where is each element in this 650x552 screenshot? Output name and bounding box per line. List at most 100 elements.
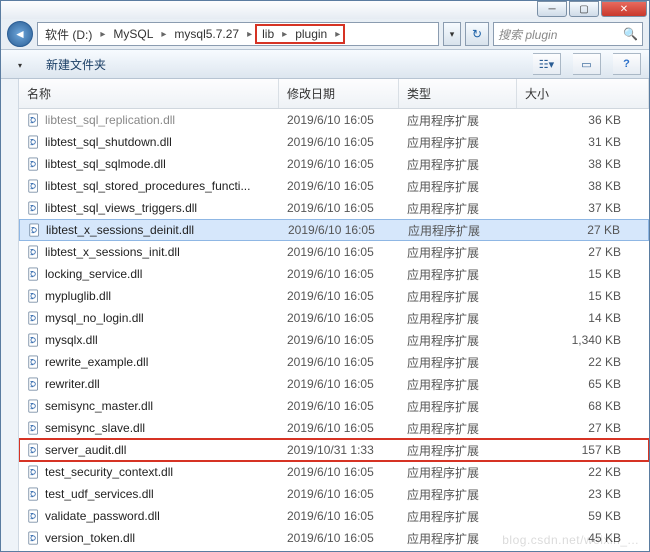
file-date: 2019/6/10 16:05 (281, 311, 401, 325)
file-type: 应用程序扩展 (401, 464, 519, 481)
chevron-right-icon: ▸ (97, 29, 108, 40)
crumb-mysql[interactable]: MySQL (108, 23, 158, 45)
breadcrumb-dropdown[interactable]: ▾ (443, 22, 461, 46)
table-row[interactable]: test_security_context.dll2019/6/10 16:05… (19, 461, 649, 483)
file-type: 应用程序扩展 (401, 310, 519, 327)
file-date: 2019/6/10 16:05 (281, 333, 401, 347)
nav-back-button[interactable]: ◄ (7, 21, 33, 47)
file-name-cell: libtest_sql_sqlmode.dll (21, 157, 281, 171)
table-row[interactable]: semisync_master.dll2019/6/10 16:05应用程序扩展… (19, 395, 649, 417)
search-input[interactable]: 搜索 plugin 🔍 (493, 22, 643, 46)
col-name[interactable]: 名称 (19, 79, 279, 108)
pane-icon: ▭ (581, 58, 591, 71)
file-type: 应用程序扩展 (401, 376, 519, 393)
table-row[interactable]: mysql_no_login.dll2019/6/10 16:05应用程序扩展1… (19, 307, 649, 329)
file-type: 应用程序扩展 (401, 530, 519, 547)
search-placeholder: 搜索 plugin (498, 26, 557, 43)
file-size: 37 KB (519, 201, 649, 215)
table-row[interactable]: libtest_sql_sqlmode.dll2019/6/10 16:05应用… (19, 153, 649, 175)
file-size: 68 KB (519, 399, 649, 413)
refresh-button[interactable]: ↻ (465, 22, 489, 46)
file-date: 2019/6/10 16:05 (281, 245, 401, 259)
dll-file-icon (27, 487, 41, 501)
crumb-version[interactable]: mysql5.7.27 (169, 23, 244, 45)
crumb-drive[interactable]: 软件 (D:) (40, 23, 97, 45)
file-size: 65 KB (519, 377, 649, 391)
table-row[interactable]: libtest_sql_shutdown.dll2019/6/10 16:05应… (19, 131, 649, 153)
file-size: 59 KB (519, 509, 649, 523)
file-date: 2019/6/10 16:05 (281, 135, 401, 149)
table-row[interactable]: libtest_x_sessions_deinit.dll2019/6/10 1… (19, 219, 649, 241)
file-name-cell: libtest_sql_replication.dll (21, 113, 281, 127)
organize-menu[interactable]: ▾ (9, 54, 28, 74)
crumb-lib[interactable]: lib (257, 27, 279, 41)
preview-pane-button[interactable]: ▭ (573, 53, 601, 75)
titlebar: ─ ▢ ✕ (1, 1, 649, 19)
crumb-plugin[interactable]: plugin (290, 27, 332, 41)
address-bar: ◄ 软件 (D:) ▸ MySQL ▸ mysql5.7.27 ▸ lib ▸ … (1, 19, 649, 49)
file-name-cell: mypluglib.dll (21, 289, 281, 303)
file-name-cell: rewriter.dll (21, 377, 281, 391)
file-type: 应用程序扩展 (402, 222, 520, 239)
file-name: mypluglib.dll (45, 289, 111, 303)
column-headers: 名称 修改日期 类型 大小 (19, 79, 649, 109)
table-row[interactable]: locking_service.dll2019/6/10 16:05应用程序扩展… (19, 263, 649, 285)
col-type[interactable]: 类型 (399, 79, 517, 108)
close-button[interactable]: ✕ (601, 1, 647, 17)
table-row[interactable]: libtest_x_sessions_init.dll2019/6/10 16:… (19, 241, 649, 263)
file-name: rewriter.dll (45, 377, 100, 391)
table-row[interactable]: rewriter.dll2019/6/10 16:05应用程序扩展65 KB (19, 373, 649, 395)
chevron-down-icon: ▾ (450, 29, 455, 40)
table-row[interactable]: libtest_sql_replication.dll2019/6/10 16:… (19, 109, 649, 131)
dll-file-icon (27, 311, 41, 325)
table-row[interactable]: semisync_slave.dll2019/6/10 16:05应用程序扩展2… (19, 417, 649, 439)
file-name-cell: semisync_master.dll (21, 399, 281, 413)
file-date: 2019/6/10 16:05 (281, 465, 401, 479)
file-name-cell: libtest_sql_shutdown.dll (21, 135, 281, 149)
table-row[interactable]: validate_password.dll2019/6/10 16:05应用程序… (19, 505, 649, 527)
file-size: 14 KB (519, 311, 649, 325)
table-row[interactable]: libtest_sql_stored_procedures_functi...2… (19, 175, 649, 197)
view-options-button[interactable]: ☷▾ (533, 53, 561, 75)
file-name: mysqlx.dll (45, 333, 98, 347)
help-button[interactable]: ? (613, 53, 641, 75)
file-type: 应用程序扩展 (401, 178, 519, 195)
file-type: 应用程序扩展 (401, 244, 519, 261)
file-date: 2019/10/31 1:33 (281, 443, 401, 457)
col-size[interactable]: 大小 (517, 79, 649, 108)
minimize-button[interactable]: ─ (537, 1, 567, 17)
file-size: 22 KB (519, 355, 649, 369)
dll-file-icon (27, 113, 41, 127)
table-row[interactable]: version_token.dll2019/6/10 16:05应用程序扩展45… (19, 527, 649, 549)
table-row[interactable]: server_audit.dll2019/10/31 1:33应用程序扩展157… (19, 439, 649, 461)
maximize-button[interactable]: ▢ (569, 1, 599, 17)
file-size: 31 KB (519, 135, 649, 149)
file-date: 2019/6/10 16:05 (281, 201, 401, 215)
nav-pane-collapsed[interactable] (1, 79, 19, 551)
file-name-cell: libtest_sql_stored_procedures_functi... (21, 179, 281, 193)
file-type: 应用程序扩展 (401, 442, 519, 459)
dll-file-icon (27, 443, 41, 457)
dll-file-icon (27, 399, 41, 413)
new-folder-button[interactable]: 新建文件夹 (40, 53, 112, 76)
file-size: 27 KB (519, 245, 649, 259)
file-date: 2019/6/10 16:05 (281, 289, 401, 303)
file-date: 2019/6/10 16:05 (281, 267, 401, 281)
table-row[interactable]: test_udf_services.dll2019/6/10 16:05应用程序… (19, 483, 649, 505)
dll-file-icon (27, 157, 41, 171)
dll-file-icon (27, 267, 41, 281)
table-row[interactable]: libtest_sql_views_triggers.dll2019/6/10 … (19, 197, 649, 219)
table-row[interactable]: mypluglib.dll2019/6/10 16:05应用程序扩展15 KB (19, 285, 649, 307)
file-size: 38 KB (519, 179, 649, 193)
refresh-icon: ↻ (472, 27, 482, 41)
file-date: 2019/6/10 16:05 (281, 531, 401, 545)
dll-file-icon (27, 135, 41, 149)
file-type: 应用程序扩展 (401, 112, 519, 129)
breadcrumb[interactable]: 软件 (D:) ▸ MySQL ▸ mysql5.7.27 ▸ lib ▸ pl… (37, 22, 439, 46)
table-row[interactable]: rewrite_example.dll2019/6/10 16:05应用程序扩展… (19, 351, 649, 373)
file-name: libtest_sql_stored_procedures_functi... (45, 179, 250, 193)
file-name-cell: version_token.dll (21, 531, 281, 545)
table-row[interactable]: mysqlx.dll2019/6/10 16:05应用程序扩展1,340 KB (19, 329, 649, 351)
chevron-right-icon: ▸ (244, 29, 255, 40)
col-date[interactable]: 修改日期 (279, 79, 399, 108)
